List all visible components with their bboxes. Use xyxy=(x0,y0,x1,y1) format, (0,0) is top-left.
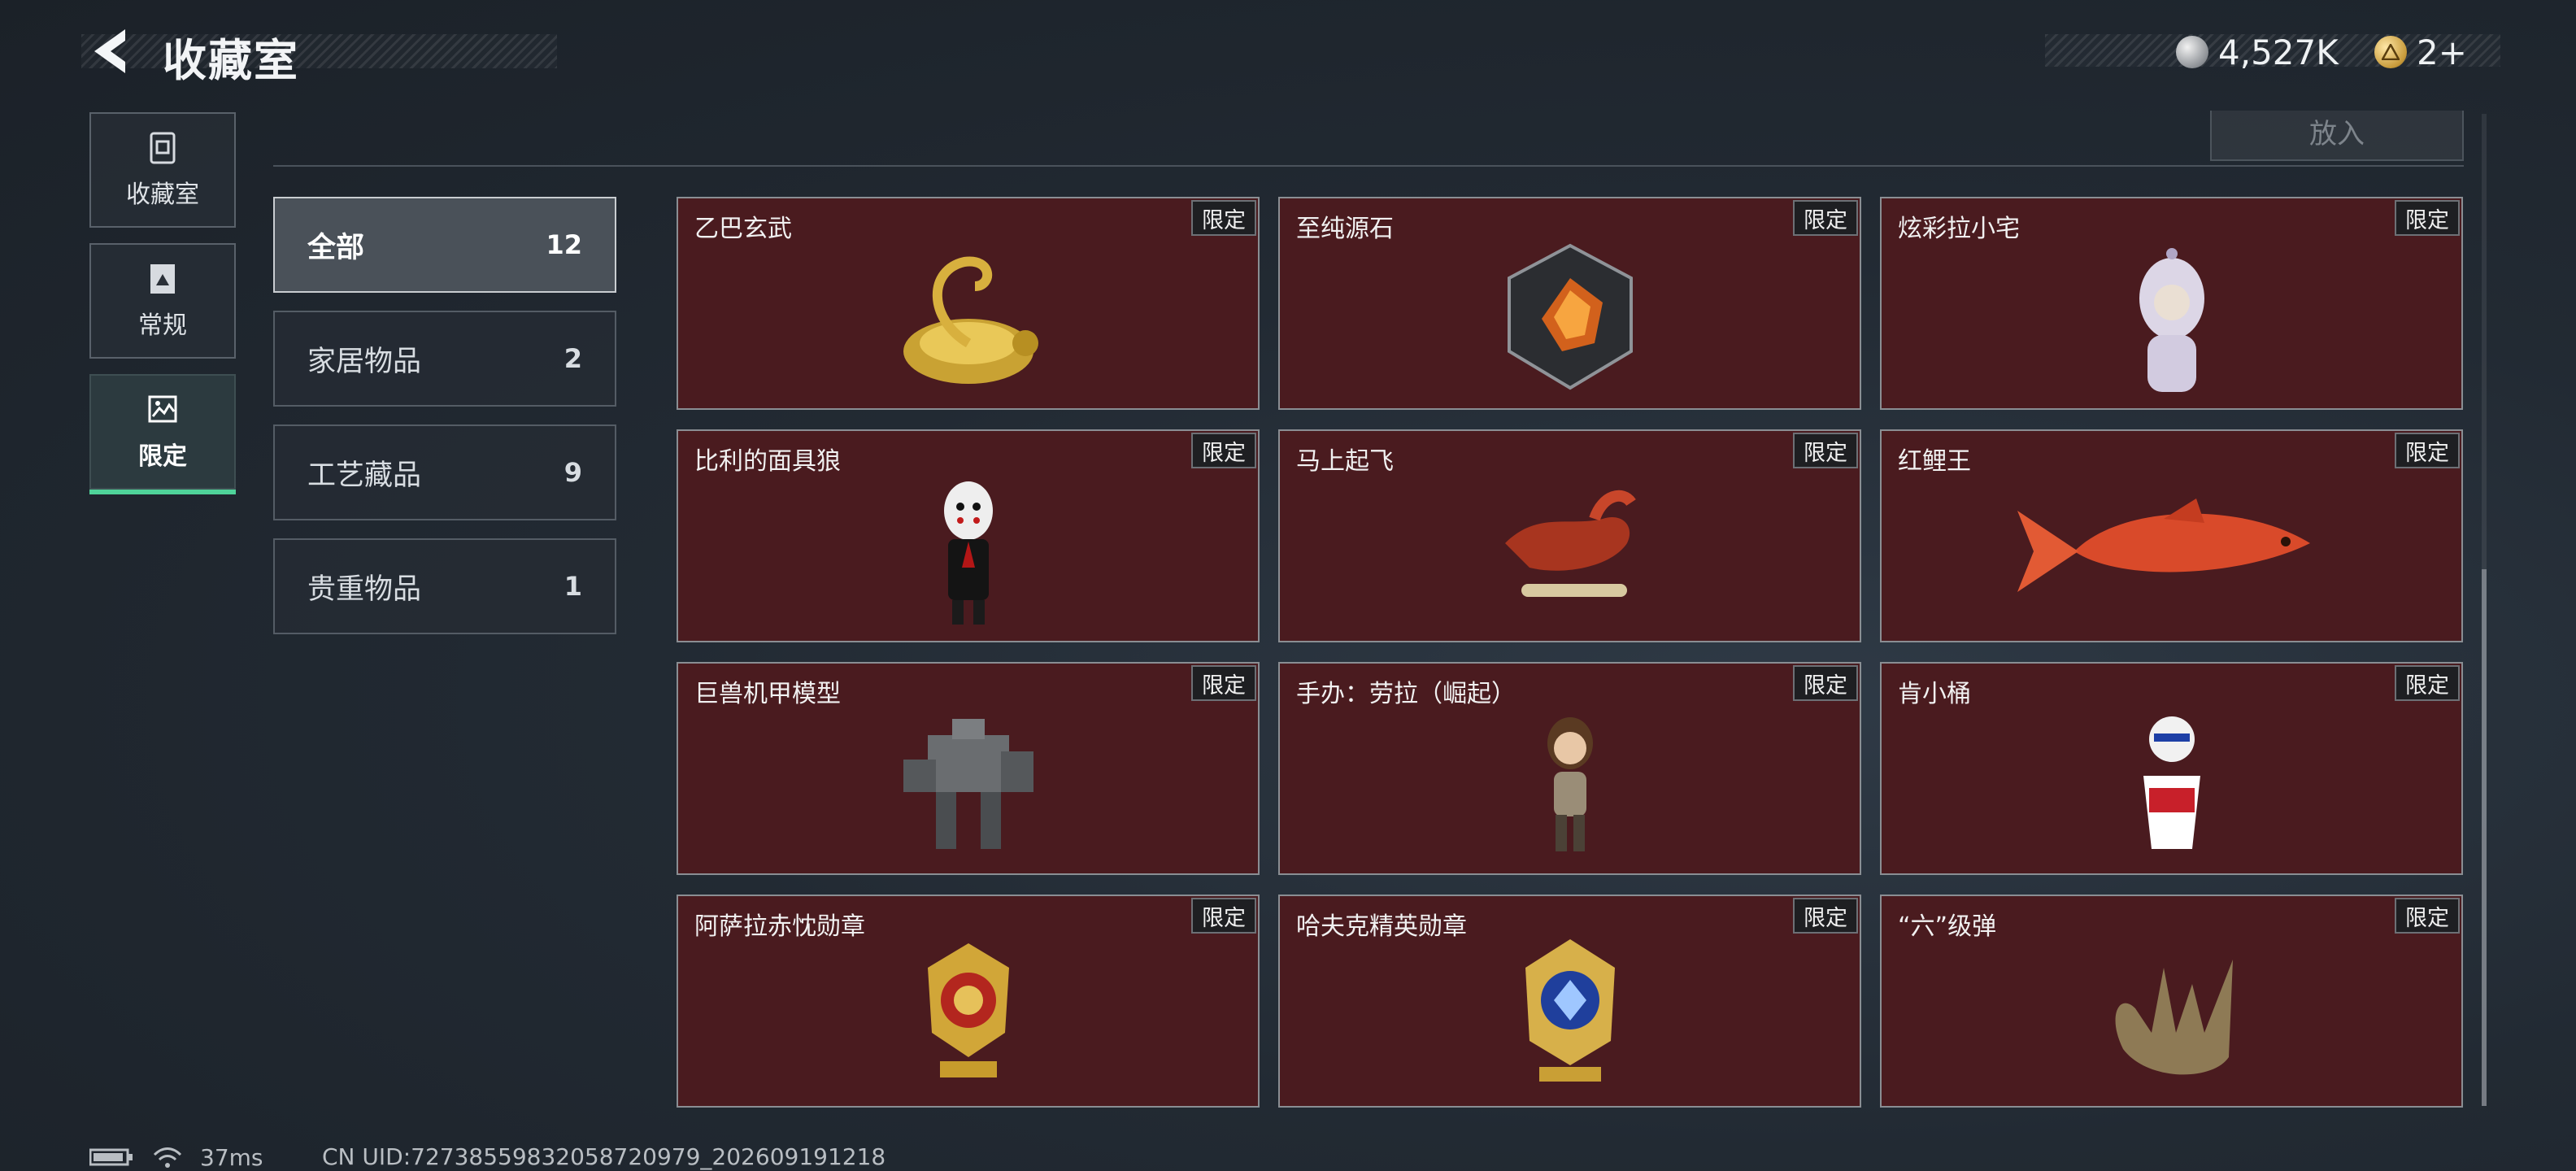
item-card[interactable]: 巨兽机甲模型 限定 xyxy=(677,662,1260,875)
limited-tag: 限定 xyxy=(1191,665,1256,701)
content-divider xyxy=(273,165,2464,167)
category-count: 9 xyxy=(564,457,582,488)
nav-label: 收藏室 xyxy=(126,181,199,209)
item-name: 马上起飞 xyxy=(1296,447,1394,476)
limited-tag: 限定 xyxy=(1191,433,1256,468)
nav-label: 限定 xyxy=(138,442,187,471)
item-card[interactable]: 炫彩拉小宅 限定 xyxy=(1880,197,2463,410)
item-card[interactable]: 红鲤王 限定 xyxy=(1880,429,2463,642)
asala-medal-icon xyxy=(927,943,1009,1077)
item-card[interactable]: 哈夫克精英勋章 限定 xyxy=(1278,895,1861,1108)
limited-tag: 限定 xyxy=(1793,665,1858,701)
mech-model-icon xyxy=(903,719,1033,849)
currency-value: 4,527K xyxy=(2218,32,2339,72)
wifi-icon xyxy=(153,1147,182,1168)
limited-tag: 限定 xyxy=(2395,665,2460,701)
hooded-doll-figure-icon xyxy=(2139,248,2204,392)
currency-value: 2+ xyxy=(2417,32,2467,72)
top-header: 收藏室 4,527K 2+ xyxy=(0,0,2576,106)
back-arrow-icon[interactable] xyxy=(88,26,138,76)
colonel-bucket-figure-icon xyxy=(2143,716,2200,849)
item-name: 至纯源石 xyxy=(1296,215,1394,243)
item-name: 巨兽机甲模型 xyxy=(694,680,841,708)
limited-tag: 限定 xyxy=(2395,200,2460,236)
hand-sign-bullets-icon xyxy=(2115,960,2233,1075)
nav-label: 常规 xyxy=(138,311,187,340)
nav-tab-collection-room[interactable]: 收藏室 xyxy=(89,112,236,228)
item-name: 比利的面具狼 xyxy=(694,447,841,476)
nav-tab-regular[interactable]: 常规 xyxy=(89,243,236,359)
item-card[interactable]: “六”级弹 限定 xyxy=(1880,895,2463,1108)
item-card[interactable]: 乙巴玄武 限定 xyxy=(677,197,1260,410)
limited-tag: 限定 xyxy=(1793,898,1858,934)
item-name: 红鲤王 xyxy=(1898,447,1971,476)
limited-tag: 限定 xyxy=(2395,433,2460,468)
title-band xyxy=(81,34,557,68)
haavk-elite-medal-icon xyxy=(1525,939,1615,1082)
collection-room-icon xyxy=(150,132,176,164)
item-card[interactable]: 阿萨拉赤忱勋章 限定 xyxy=(677,895,1260,1108)
item-card[interactable]: 马上起飞 限定 xyxy=(1278,429,1861,642)
category-valuables[interactable]: 贵重物品 1 xyxy=(273,538,616,634)
user-uid: CN UID:72738559832058720979_202609191218 xyxy=(322,1143,886,1170)
category-all[interactable]: 全部 12 xyxy=(273,197,616,293)
category-label: 全部 xyxy=(307,231,365,264)
limited-tag: 限定 xyxy=(1191,200,1256,236)
item-name: 炫彩拉小宅 xyxy=(1898,215,2020,243)
limited-tag: 限定 xyxy=(1793,200,1858,236)
place-button[interactable]: 放入 xyxy=(2210,111,2464,161)
item-name: 乙巴玄武 xyxy=(694,215,792,243)
category-home-items[interactable]: 家居物品 2 xyxy=(273,311,616,407)
golden-turtle-snake-figure-icon xyxy=(903,256,1038,384)
limited-icon xyxy=(148,395,177,423)
regular-icon xyxy=(150,264,175,294)
lara-figure-icon xyxy=(1547,717,1593,851)
billy-puppet-figure-icon xyxy=(943,481,993,625)
category-count: 2 xyxy=(564,343,582,374)
ping-value: 37ms xyxy=(200,1143,263,1171)
gold-token-icon xyxy=(2374,36,2407,68)
category-count: 1 xyxy=(564,571,582,602)
status-bar: 37ms xyxy=(89,1143,263,1171)
nav-tab-limited[interactable]: 限定 xyxy=(89,374,236,494)
page-title: 收藏室 xyxy=(163,35,299,86)
category-count: 12 xyxy=(546,229,582,260)
item-card[interactable]: 肯小桶 限定 xyxy=(1880,662,2463,875)
item-name: 阿萨拉赤忱勋章 xyxy=(694,912,865,941)
red-carp-icon xyxy=(2017,498,2310,592)
category-label: 家居物品 xyxy=(307,345,422,378)
limited-tag: 限定 xyxy=(2395,898,2460,934)
item-card[interactable]: 手办：劳拉（崛起） 限定 xyxy=(1278,662,1861,875)
scrollbar-thumb[interactable] xyxy=(2482,569,2487,1106)
silver-coin-icon xyxy=(2176,36,2208,68)
category-label: 工艺藏品 xyxy=(307,459,422,492)
red-horse-figure-icon xyxy=(1504,490,1636,597)
currency-silver[interactable]: 4,527K xyxy=(2176,29,2339,75)
limited-tag: 限定 xyxy=(1191,898,1256,934)
item-card[interactable]: 至纯源石 限定 xyxy=(1278,197,1861,410)
pure-origin-stone-icon xyxy=(1507,243,1633,390)
item-name: 肯小桶 xyxy=(1898,680,1971,708)
battery-icon xyxy=(89,1148,133,1166)
item-name: 哈夫克精英勋章 xyxy=(1296,912,1467,941)
item-card[interactable]: 比利的面具狼 限定 xyxy=(677,429,1260,642)
item-name: “六”级弹 xyxy=(1898,912,1997,941)
limited-tag: 限定 xyxy=(1793,433,1858,468)
category-crafts[interactable]: 工艺藏品 9 xyxy=(273,424,616,520)
category-label: 贵重物品 xyxy=(307,572,422,606)
currency-gold[interactable]: 2+ xyxy=(2374,29,2467,75)
